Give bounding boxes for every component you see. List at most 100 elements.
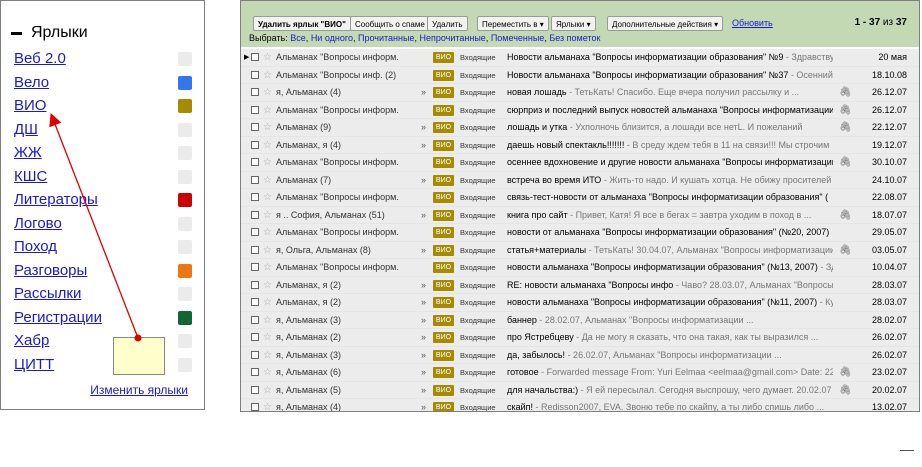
row-checkbox[interactable] bbox=[251, 105, 259, 114]
select-all-link[interactable]: Все bbox=[290, 33, 306, 43]
message-row[interactable]: ☆ Альманах, я (4) » ВИО Входящие даешь новый … bbox=[241, 136, 919, 154]
label-tag[interactable]: ВИО bbox=[433, 244, 454, 256]
label-tag[interactable]: ВИО bbox=[433, 314, 454, 326]
remove-label-button[interactable]: Удалить ярлык "ВИО" bbox=[253, 16, 351, 31]
star-icon[interactable]: ☆ bbox=[263, 67, 272, 84]
star-icon[interactable]: ☆ bbox=[263, 137, 272, 154]
message-row[interactable]: ☆ Альманах, я (2) » ВИО Входящие новости альм… bbox=[241, 294, 919, 312]
select-starred-link[interactable]: Помеченные bbox=[491, 33, 544, 43]
label-item[interactable]: Разговоры bbox=[14, 259, 192, 282]
label-tag[interactable]: ВИО bbox=[433, 367, 454, 378]
message-row[interactable]: ☆ я, Альманах (4) » ВИО Входящие новая лошадь… bbox=[241, 84, 919, 102]
report-spam-button[interactable]: Сообщить о спаме bbox=[350, 16, 430, 31]
refresh-link[interactable]: Обновить bbox=[732, 18, 773, 28]
star-icon[interactable]: ☆ bbox=[263, 49, 272, 66]
select-unread-link[interactable]: Непрочитанные bbox=[419, 33, 485, 43]
label-item[interactable]: ЖЖ bbox=[14, 141, 192, 164]
message-row[interactable]: ☆ Альманах "Вопросы информ. ВИО Входящие осе… bbox=[241, 154, 919, 172]
label-color-swatch[interactable] bbox=[178, 169, 192, 184]
label-color-swatch[interactable] bbox=[178, 287, 192, 301]
row-checkbox[interactable] bbox=[251, 368, 259, 376]
label-color-swatch[interactable] bbox=[178, 357, 192, 372]
label-item[interactable]: Вело bbox=[14, 71, 192, 94]
label-tag[interactable]: ВИО bbox=[433, 192, 454, 203]
star-icon[interactable]: ☆ bbox=[263, 189, 272, 206]
label-tag[interactable]: ВИО bbox=[433, 69, 454, 81]
more-actions-dropdown[interactable]: Дополнительные действия ▾ bbox=[607, 16, 724, 31]
select-none-link[interactable]: Ни одного bbox=[311, 33, 353, 43]
label-link[interactable]: Литераторы bbox=[14, 188, 98, 211]
row-checkbox[interactable] bbox=[251, 403, 259, 411]
row-checkbox[interactable] bbox=[251, 245, 259, 254]
label-tag[interactable]: ВИО bbox=[433, 139, 454, 151]
label-item[interactable]: Хабр bbox=[14, 329, 192, 352]
star-icon[interactable]: ☆ bbox=[263, 84, 272, 101]
label-item[interactable]: Регистрации bbox=[14, 306, 192, 329]
row-checkbox[interactable] bbox=[251, 333, 259, 341]
label-link[interactable]: Регистрации bbox=[14, 306, 102, 329]
star-icon[interactable]: ☆ bbox=[263, 242, 272, 259]
row-checkbox[interactable] bbox=[251, 298, 259, 306]
row-checkbox[interactable] bbox=[251, 210, 259, 219]
star-icon[interactable]: ☆ bbox=[263, 224, 272, 241]
row-checkbox[interactable] bbox=[251, 158, 259, 166]
message-row[interactable]: ☆ Альманах "Вопросы информ. ВИО Входящие сюр… bbox=[241, 101, 919, 119]
label-link[interactable]: ЖЖ bbox=[14, 141, 42, 164]
message-row[interactable]: ☆ я .. София, Альманах (51) » ВИО Входящие кн… bbox=[241, 206, 919, 224]
label-item[interactable]: Веб 2.0 bbox=[14, 47, 192, 70]
star-icon[interactable]: ☆ bbox=[263, 172, 272, 189]
label-item[interactable]: ВИО bbox=[14, 94, 192, 117]
select-read-link[interactable]: Прочитанные bbox=[358, 33, 414, 43]
label-link[interactable]: Разговоры bbox=[14, 259, 87, 282]
labels-dropdown[interactable]: Ярлыки ▾ bbox=[551, 16, 596, 31]
delete-button[interactable]: Удалить bbox=[427, 16, 468, 31]
label-item[interactable]: Логово bbox=[14, 212, 192, 235]
label-color-swatch[interactable] bbox=[178, 193, 192, 207]
message-row[interactable]: ☆ Альманах (9) » ВИО Входящие лошадь и утка -… bbox=[241, 119, 919, 137]
row-checkbox[interactable] bbox=[251, 350, 259, 359]
star-icon[interactable]: ☆ bbox=[263, 312, 272, 329]
label-tag[interactable]: ВИО bbox=[433, 332, 454, 343]
row-checkbox[interactable] bbox=[251, 123, 259, 131]
label-tag[interactable]: ВИО bbox=[433, 262, 454, 273]
label-link[interactable]: Хабр bbox=[14, 329, 49, 352]
message-row[interactable]: ☆ Альманах "Вопросы информ. ВИО Входящие свя… bbox=[241, 189, 919, 207]
row-checkbox[interactable] bbox=[251, 175, 259, 184]
star-icon[interactable]: ☆ bbox=[263, 154, 272, 171]
label-tag[interactable]: ВИО bbox=[433, 174, 454, 186]
label-link[interactable]: Вело bbox=[14, 71, 49, 94]
label-link[interactable]: Логово bbox=[14, 212, 62, 235]
label-tag[interactable]: ВИО bbox=[433, 209, 454, 221]
label-link[interactable]: ДШ bbox=[14, 118, 38, 141]
label-link[interactable]: КШС bbox=[14, 165, 47, 188]
label-tag[interactable]: ВИО bbox=[433, 402, 454, 411]
label-color-swatch[interactable] bbox=[178, 122, 192, 137]
collapse-icon[interactable] bbox=[11, 31, 22, 35]
star-icon[interactable]: ☆ bbox=[263, 399, 272, 411]
select-unstarred-link[interactable]: Без пометок bbox=[549, 33, 600, 43]
label-tag[interactable]: ВИО bbox=[433, 122, 454, 133]
label-color-swatch[interactable] bbox=[178, 240, 192, 254]
label-tag[interactable]: ВИО bbox=[433, 87, 454, 98]
label-color-swatch[interactable] bbox=[178, 263, 192, 278]
message-row[interactable]: ☆ я, Альманах (5) » ВИО Входящие для начальст… bbox=[241, 381, 919, 399]
label-item[interactable]: Рассылки bbox=[14, 282, 192, 305]
message-row[interactable]: ▶ ☆ Альманах "Вопросы информ. ВИО Входящие Но… bbox=[241, 49, 919, 67]
label-link[interactable]: ЦИТТ bbox=[14, 353, 54, 376]
label-tag[interactable]: ВИО bbox=[433, 104, 454, 116]
label-link[interactable]: Веб 2.0 bbox=[14, 47, 66, 70]
label-color-swatch[interactable] bbox=[178, 99, 192, 113]
label-color-swatch[interactable] bbox=[178, 334, 192, 348]
label-tag[interactable]: ВИО bbox=[433, 227, 454, 238]
message-row[interactable]: ☆ Альманах "Вопросы информ. ВИО Входящие нов… bbox=[241, 259, 919, 277]
star-icon[interactable]: ☆ bbox=[263, 382, 272, 399]
message-row[interactable]: ☆ Альманах "Вопросы инф. (2) ВИО Входящие Но… bbox=[241, 66, 919, 84]
label-item[interactable]: КШС bbox=[14, 165, 192, 188]
label-link[interactable]: Рассылки bbox=[14, 282, 81, 305]
label-item[interactable]: Литераторы bbox=[14, 188, 192, 211]
label-tag[interactable]: ВИО bbox=[433, 349, 454, 361]
label-tag[interactable]: ВИО bbox=[433, 157, 454, 168]
message-row[interactable]: ☆ Альманах "Вопросы информ. ВИО Входящие нов… bbox=[241, 224, 919, 242]
star-icon[interactable]: ☆ bbox=[263, 294, 272, 311]
row-checkbox[interactable] bbox=[251, 263, 259, 271]
